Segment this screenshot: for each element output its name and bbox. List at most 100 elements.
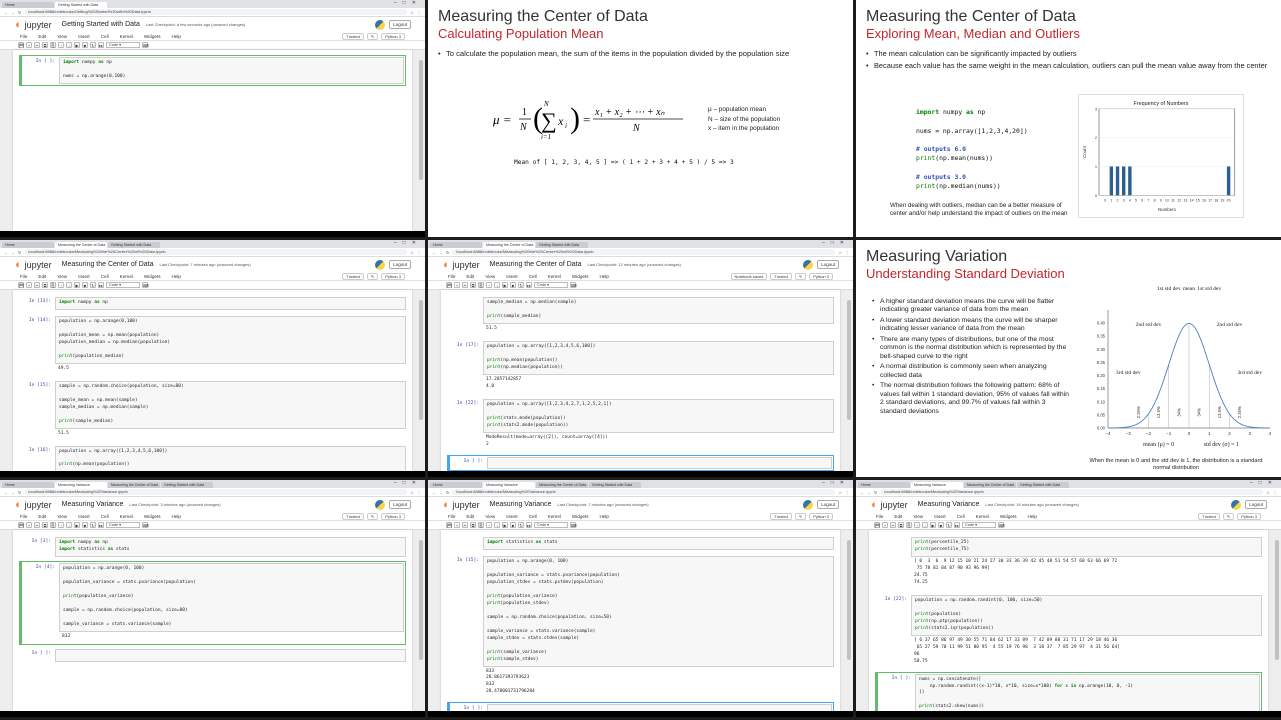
cell-type-select[interactable]: Code ▾ — [534, 522, 568, 528]
toolbar-button-icon[interactable]: ↻ — [90, 42, 96, 48]
logout-button[interactable]: Logout — [389, 500, 411, 509]
star-icon[interactable]: ☆ — [410, 490, 414, 495]
notebook-title[interactable]: Measuring Variance — [918, 501, 980, 508]
toolbar-button-icon[interactable]: ⎘ — [50, 282, 56, 288]
notebook-title[interactable]: Measuring the Center of Data — [62, 261, 154, 268]
notebook-title[interactable]: Measuring Variance — [62, 501, 124, 508]
menu-dots-icon[interactable]: ⋮ — [845, 490, 849, 495]
browser-tab[interactable]: Getting Started with Data — [1017, 482, 1069, 488]
toolbar-button-icon[interactable]: 💾 — [446, 282, 452, 288]
browser-tab[interactable]: Measuring Variance — [483, 482, 535, 488]
toolbar-button-icon[interactable]: + — [454, 282, 460, 288]
menu-view[interactable]: View — [57, 34, 67, 39]
url-field[interactable]: localhost:8888/notebooks/Measuring%20the… — [452, 249, 836, 255]
code-input[interactable]: sample_median = np.median(sample) print(… — [483, 297, 834, 324]
trusted-badge[interactable]: Trusted — [770, 513, 792, 520]
menu-widgets[interactable]: Widgets — [572, 274, 589, 279]
toolbar-button-icon[interactable]: ↓ — [66, 522, 72, 528]
jupyter-logo-icon[interactable]: ◖ — [14, 499, 21, 511]
menu-help[interactable]: Help — [172, 34, 181, 39]
notebook-cell[interactable]: In [13]: import numpy as np — [19, 295, 406, 312]
scrollbar[interactable] — [1275, 540, 1279, 660]
logout-button[interactable]: Logout — [1245, 500, 1267, 509]
notebook-cell[interactable]: In [17]: population = np.array([1,2,3,4,… — [447, 339, 834, 395]
address-bar[interactable]: ← → ↻ localhost:8888/notebooks/Getting%20St… — [0, 8, 425, 17]
cell-type-select[interactable]: Code ▾ — [534, 282, 568, 288]
star-icon[interactable]: ☆ — [838, 490, 842, 495]
reload-icon[interactable]: ↻ — [18, 10, 21, 15]
toolbar-button-icon[interactable]: ⧉ — [42, 282, 48, 288]
toolbar-button-icon[interactable]: ▶ — [74, 522, 80, 528]
address-bar[interactable]: ← → ↻ localhost:8888/notebooks/Measuring%20… — [856, 488, 1281, 497]
toolbar-button-icon[interactable]: 💾 — [18, 282, 24, 288]
toolbar-button-icon[interactable]: ✂ — [462, 282, 468, 288]
browser-tab[interactable]: Home — [2, 482, 54, 488]
logout-button[interactable]: Logout — [389, 20, 411, 29]
toolbar-button-icon[interactable]: ↓ — [66, 282, 72, 288]
toolbar-button-icon[interactable]: ▶ — [502, 282, 508, 288]
toolbar-button-icon[interactable]: ■ — [510, 522, 516, 528]
keyboard-icon[interactable]: ⌨ — [142, 282, 149, 288]
menu-help[interactable]: Help — [600, 274, 609, 279]
code-input[interactable]: nums = np.concatenate([ np.random.randin… — [915, 673, 1260, 711]
jupyter-logo-icon[interactable]: ◖ — [442, 499, 449, 511]
scrollbar[interactable] — [419, 540, 423, 660]
toolbar-button-icon[interactable]: ■ — [510, 282, 516, 288]
notebook-title[interactable]: Measuring Variance — [490, 501, 552, 508]
url-field[interactable]: localhost:8888/notebooks/Measuring%20Var… — [452, 489, 836, 495]
menu-cell[interactable]: Cell — [101, 514, 109, 519]
toolbar-button-icon[interactable]: ↓ — [494, 282, 500, 288]
notebook-cell[interactable]: In [ ]: import numpy as np nums = np.ara… — [19, 55, 406, 86]
reload-icon[interactable]: ↻ — [18, 250, 21, 255]
menu-cell[interactable]: Cell — [101, 274, 109, 279]
star-icon[interactable]: ☆ — [838, 250, 842, 255]
toolbar-button-icon[interactable]: ▶ — [74, 42, 80, 48]
menu-dots-icon[interactable]: ⋮ — [1273, 490, 1277, 495]
toolbar-button-icon[interactable]: ↻ — [90, 282, 96, 288]
toolbar-button-icon[interactable]: ✂ — [890, 522, 896, 528]
forward-icon[interactable]: → — [11, 250, 15, 255]
toolbar-button-icon[interactable]: ↓ — [66, 42, 72, 48]
jupyter-logo-icon[interactable]: ◖ — [442, 259, 449, 271]
toolbar-button-icon[interactable]: 💾 — [874, 522, 880, 528]
code-input[interactable]: print(percentile_25) print(percentile_75… — [911, 537, 1262, 557]
toolbar-button-icon[interactable]: ⎘ — [50, 522, 56, 528]
toolbar-button-icon[interactable]: ▶ — [502, 522, 508, 528]
notebook-cell[interactable]: In [22]: population = np.array([1,2,3,4,… — [447, 397, 834, 453]
menu-insert[interactable]: Insert — [506, 274, 518, 279]
menu-help[interactable]: Help — [1028, 514, 1037, 519]
menu-help[interactable]: Help — [172, 514, 181, 519]
toolbar-button-icon[interactable]: + — [26, 42, 32, 48]
toolbar-button-icon[interactable]: ■ — [82, 522, 88, 528]
menu-edit[interactable]: Edit — [38, 34, 46, 39]
scrollbar[interactable] — [419, 60, 423, 180]
toolbar-button-icon[interactable]: ⧉ — [898, 522, 904, 528]
menu-insert[interactable]: Insert — [934, 514, 946, 519]
browser-tab[interactable]: Getting Started with Data — [55, 2, 107, 8]
trusted-badge[interactable]: Trusted — [1198, 513, 1220, 520]
url-field[interactable]: localhost:8888/notebooks/Measuring%20the… — [24, 249, 408, 255]
toolbar-button-icon[interactable]: + — [26, 522, 32, 528]
menu-file[interactable]: File — [20, 34, 27, 39]
menu-edit[interactable]: Edit — [466, 274, 474, 279]
code-input[interactable]: import numpy as np — [55, 297, 406, 310]
browser-tab[interactable]: Home — [430, 482, 482, 488]
menu-cell[interactable]: Cell — [529, 274, 537, 279]
toolbar-button-icon[interactable]: + — [26, 282, 32, 288]
back-icon[interactable]: ← — [432, 250, 436, 255]
forward-icon[interactable]: → — [867, 490, 871, 495]
menu-insert[interactable]: Insert — [78, 274, 90, 279]
address-bar[interactable]: ← → ↻ localhost:8888/notebooks/Measuring%20… — [0, 488, 425, 497]
star-icon[interactable]: ☆ — [410, 250, 414, 255]
window-controls-icon[interactable]: –□✕ — [394, 480, 422, 486]
toolbar-button-icon[interactable]: ✂ — [34, 522, 40, 528]
browser-tab[interactable]: Getting Started with Data — [108, 242, 160, 248]
code-input[interactable]: population = np.array([1,2,3,4,5,6,100])… — [55, 445, 406, 471]
toolbar-button-icon[interactable]: 💾 — [18, 522, 24, 528]
trusted-badge[interactable]: Trusted — [342, 273, 364, 280]
code-input[interactable]: population = np.random.randint(0, 100, s… — [911, 594, 1262, 636]
menu-kernel[interactable]: Kernel — [120, 514, 133, 519]
toolbar-button-icon[interactable]: ■ — [82, 282, 88, 288]
toolbar-button-icon[interactable]: ▸▸ — [526, 282, 532, 288]
notebook-cell[interactable]: print(percentile_25) print(percentile_75… — [875, 535, 1262, 591]
